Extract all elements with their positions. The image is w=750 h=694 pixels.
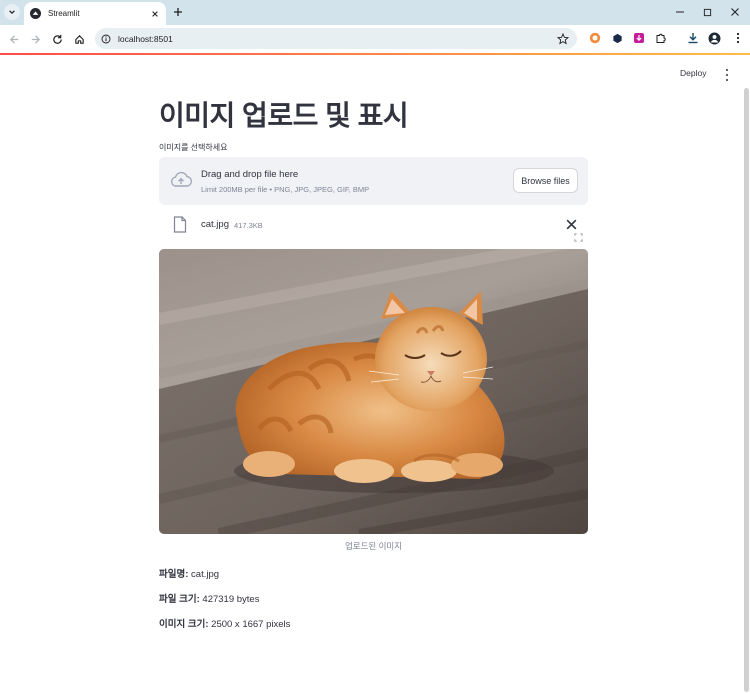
tab-title: Streamlit [48,9,80,18]
info-filesize: 파일 크기: 427319 bytes [159,591,259,605]
profile-icon[interactable] [707,31,721,45]
uploader-label: 이미지를 선택하세요 [159,143,228,152]
cat-photo [159,249,588,534]
close-icon [152,10,158,17]
home-button[interactable] [71,31,87,47]
browse-files-button[interactable]: Browse files [513,168,578,193]
uploaded-image [159,249,588,534]
reload-icon [52,34,62,44]
info-filesize-label: 파일 크기: [159,594,200,605]
extension-1-icon[interactable] [588,31,602,45]
puzzle-icon[interactable] [654,31,668,45]
deploy-button[interactable]: Deploy [680,68,706,78]
extension-3-icon[interactable] [632,31,646,45]
maximize-icon [703,8,711,16]
image-caption: 업로드된 이미지 [344,541,403,551]
extension-2-icon[interactable] [610,31,624,45]
dropzone-instructions: Drag and drop file here [201,169,299,180]
info-filename-label: 파일명: [159,569,189,580]
close-icon[interactable] [565,218,578,231]
arrow-left-icon [9,34,18,44]
info-filesize-value: 427319 bytes [202,594,260,605]
streamlit-header-decoration [0,53,750,55]
address-bar[interactable]: localhost:8501 [95,28,577,49]
back-button[interactable] [6,31,22,47]
reload-button[interactable] [49,31,65,47]
page-title: 이미지 업로드 및 표시 [159,100,409,131]
info-dimensions-value: 2500 x 1667 pixels [211,619,291,630]
file-name: cat.jpg [201,219,229,230]
browser-tab[interactable]: Streamlit [24,2,166,25]
minimize-button[interactable] [673,5,687,19]
file-icon [173,216,187,233]
new-tab-button[interactable] [171,5,185,19]
streamlit-icon [30,8,41,19]
forward-button[interactable] [27,31,43,47]
minimize-icon [676,11,684,13]
info-filename: 파일명: cat.jpg [159,566,219,580]
info-icon[interactable] [101,34,111,44]
menu-dot [726,73,728,76]
close-icon [731,8,739,16]
url-text[interactable]: localhost:8501 [118,34,557,44]
info-filename-value: cat.jpg [191,569,220,580]
tab-close-button[interactable] [148,7,162,21]
uploaded-file-item: cat.jpg 417.3KB [159,213,588,237]
star-icon[interactable] [557,32,569,45]
cloud-upload-icon [171,171,193,187]
file-dropzone[interactable]: Drag and drop file here Limit 200MB per … [159,157,588,205]
download-icon[interactable] [686,31,700,45]
info-dimensions-label: 이미지 크기: [159,619,209,630]
info-dimensions: 이미지 크기: 2500 x 1667 pixels [159,616,290,630]
more-vert-icon[interactable] [731,31,745,45]
arrow-right-icon [31,34,40,44]
chevron-down-icon [9,10,15,15]
main-menu-button[interactable] [722,68,732,82]
menu-dot [726,78,728,81]
window-close-button[interactable] [728,5,742,19]
dropzone-limit: Limit 200MB per file • PNG, JPG, JPEG, G… [201,185,370,194]
file-size: 417.3KB [234,220,263,230]
browser-tabstrip: Streamlit [0,0,750,25]
plus-icon [174,8,182,16]
tab-search-button[interactable] [4,4,20,20]
menu-dot [726,69,728,72]
maximize-button[interactable] [700,5,714,19]
page-scrollbar[interactable] [744,88,749,692]
fullscreen-icon[interactable] [574,233,583,242]
home-icon [74,34,84,44]
